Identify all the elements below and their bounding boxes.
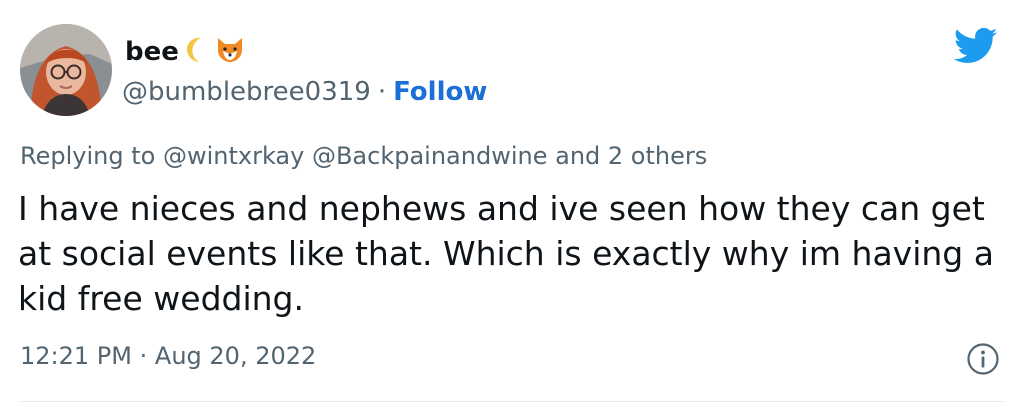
handle-row: @bumblebree0319 · Follow — [122, 74, 487, 110]
divider — [20, 401, 1004, 402]
reply-others[interactable]: and 2 others — [555, 142, 707, 170]
info-icon[interactable] — [966, 342, 1000, 376]
tweet-card: bee @bumblebree0319 · Follow Replying to — [0, 0, 1024, 415]
moon-emoji-icon — [185, 36, 209, 68]
tweet-time: 12:21 PM — [20, 342, 132, 370]
avatar-image — [20, 24, 112, 116]
follow-button[interactable]: Follow — [393, 77, 487, 107]
replying-to-prefix: Replying to — [20, 142, 156, 170]
display-name[interactable]: bee — [125, 37, 179, 67]
replying-to-line: Replying to @wintxrkay @Backpainandwine … — [20, 142, 707, 170]
timestamp-separator: · — [139, 342, 148, 370]
tweet-date: Aug 20, 2022 — [154, 342, 317, 370]
reply-mentions[interactable]: @wintxrkay @Backpainandwine — [163, 142, 548, 170]
avatar[interactable] — [20, 24, 112, 116]
fox-emoji-icon — [215, 36, 245, 68]
display-name-row: bee — [125, 34, 245, 70]
tweet-text: I have nieces and nephews and ive seen h… — [18, 189, 994, 318]
user-handle[interactable]: @bumblebree0319 — [122, 77, 371, 107]
twitter-bird-icon[interactable] — [953, 26, 998, 66]
tweet-timestamp[interactable]: 12:21 PM · Aug 20, 2022 — [20, 342, 316, 370]
separator-dot: · — [377, 77, 387, 107]
